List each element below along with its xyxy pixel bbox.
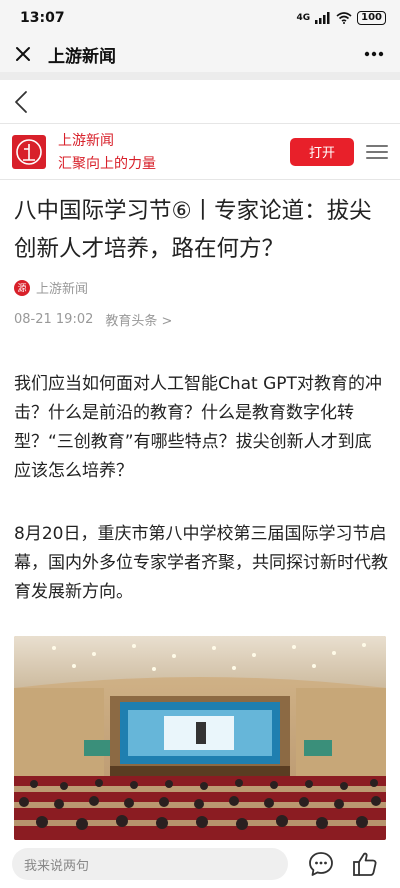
open-app-button[interactable]: 打开 (290, 137, 354, 166)
signal-icon (315, 12, 330, 24)
bottom-action-bar: 我来说两句 (0, 840, 400, 888)
status-bar: 13:07 4G 100 (0, 0, 400, 36)
article-title: 八中国际学习节⑥丨专家论道：拔尖创新人才培养，路在何方？ (14, 198, 372, 262)
more-dots-icon[interactable] (360, 43, 388, 65)
source-logo-icon: 源 (14, 279, 30, 296)
article-paragraph: 我们应当如何面对人工智能Chat GPT对教育的冲击？什么是前沿的教育？什么是教… (14, 374, 382, 481)
app-download-banner: 上游新闻 汇聚向上的力量 打开 (0, 124, 400, 180)
signal-label: 4G (296, 13, 311, 23)
app-slogan: 汇聚向上的力量 (58, 156, 156, 172)
app-logo (12, 134, 46, 169)
nav-bar (0, 80, 400, 124)
webview-title: 上游新闻 (48, 46, 116, 67)
source-name: 上游新闻 (36, 282, 89, 297)
article-paragraph: 8月20日，重庆市第八中学校第三届国际学习节启幕，国内外多位专家学者齐聚，共同探… (14, 524, 388, 602)
comment-input[interactable]: 我来说两句 (12, 848, 288, 880)
comment-bubble-icon[interactable] (304, 847, 338, 881)
status-icons: 4G 100 (296, 11, 386, 25)
channel-link[interactable]: 教育头条 > (105, 310, 172, 329)
app-info: 上游新闻 汇聚向上的力量 (58, 130, 156, 173)
battery-icon: 100 (357, 11, 386, 25)
hamburger-menu-icon[interactable] (366, 141, 388, 163)
chevron-left-icon[interactable] (14, 87, 38, 117)
article-photo (14, 636, 386, 840)
wifi-icon (336, 12, 352, 24)
divider-band (0, 72, 400, 80)
article-meta: 08-21 19:02 教育头条 > (14, 310, 172, 329)
close-icon[interactable] (12, 43, 34, 65)
thumbs-up-icon[interactable] (348, 847, 382, 881)
publish-date: 08-21 19:02 (14, 312, 94, 327)
app-name: 上游新闻 (58, 133, 114, 149)
status-time: 13:07 (20, 10, 65, 26)
article-source[interactable]: 源 上游新闻 (14, 278, 88, 297)
webview-header: 上游新闻 (0, 36, 400, 72)
